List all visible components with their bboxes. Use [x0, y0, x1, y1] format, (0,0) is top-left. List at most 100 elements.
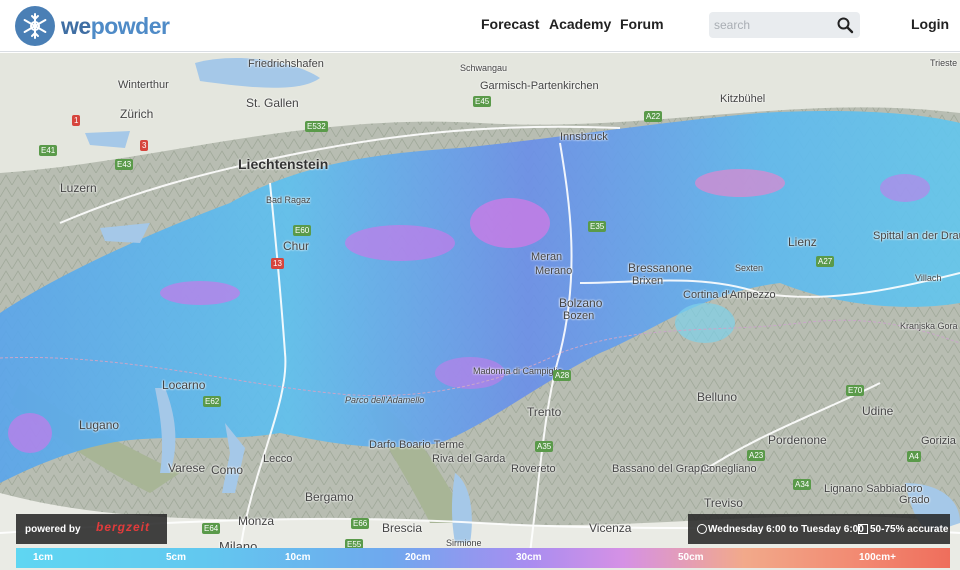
- place-label: Merano: [535, 265, 573, 277]
- map-canvas: [0, 53, 960, 570]
- legend-label: 1cm: [33, 552, 54, 563]
- road-shield: A4: [907, 451, 921, 462]
- legend-label: 5cm: [166, 552, 187, 563]
- legend-label: 50cm: [678, 552, 704, 563]
- road-shield: 1: [72, 115, 81, 126]
- road-shield: 13: [271, 258, 284, 269]
- place-label: Sirmione: [446, 538, 482, 548]
- powered-by-label: powered by: [25, 524, 81, 535]
- wepowder-logo[interactable]: wepowder: [15, 6, 170, 46]
- place-label: Bad Ragaz: [266, 195, 311, 205]
- road-shield: E64: [202, 523, 221, 534]
- nav-forum[interactable]: Forum: [620, 16, 664, 32]
- place-label: Meran: [531, 251, 563, 263]
- place-label: Rovereto: [511, 463, 556, 475]
- place-label: Trieste: [930, 58, 958, 68]
- road-shield: A28: [553, 370, 572, 381]
- snowflake-icon: [15, 6, 55, 46]
- top-navigation-bar: wepowder Forecast Academy Forum Login: [0, 0, 960, 52]
- road-shield: A35: [535, 441, 554, 452]
- place-label: Parco dell'Adamello: [345, 395, 425, 405]
- clock-icon: [697, 524, 707, 534]
- road-shield: E41: [39, 145, 58, 156]
- place-label: Darfo Boario Terme: [369, 439, 465, 451]
- accuracy-label: 50-75% accurate: [870, 524, 949, 535]
- place-label: Friedrichshafen: [248, 58, 324, 70]
- nav-academy[interactable]: Academy: [549, 16, 611, 32]
- place-label: Brescia: [382, 521, 423, 535]
- place-label: Lienz: [788, 235, 817, 249]
- login-link[interactable]: Login: [911, 16, 949, 32]
- place-label: Spittal an der Drau: [873, 230, 960, 242]
- place-label: Innsbruck: [560, 131, 608, 143]
- place-label: Varese: [168, 461, 206, 475]
- place-label: Locarno: [162, 378, 206, 392]
- legend-label: 100cm+: [859, 552, 896, 563]
- road-shield: E45: [473, 96, 492, 107]
- place-label: Cortina d'Ampezzo: [683, 289, 776, 301]
- place-label: Kranjska Gora: [900, 321, 958, 331]
- powered-by-badge[interactable]: powered by bergzeit: [16, 514, 167, 544]
- search-icon[interactable]: [836, 16, 854, 34]
- place-label: Schwangau: [460, 63, 508, 73]
- place-label: Vicenza: [589, 521, 632, 535]
- search-input[interactable]: [709, 12, 834, 38]
- place-label: Sexten: [735, 263, 764, 273]
- place-label: Chur: [283, 239, 310, 253]
- road-shield: A23: [747, 450, 766, 461]
- place-label: Bolzano: [559, 296, 603, 310]
- place-label: Bressanone: [628, 261, 693, 275]
- road-shield: E43: [115, 159, 134, 170]
- road-shield: A22: [644, 111, 663, 122]
- logo-wordmark: wepowder: [61, 12, 170, 40]
- checkbox-icon[interactable]: [858, 524, 868, 534]
- forecast-period-bar[interactable]: Wednesday 6:00 to Tuesday 6:00 50-75% ac…: [688, 514, 950, 544]
- place-label: Como: [211, 463, 244, 477]
- place-label: Villach: [915, 273, 942, 283]
- place-label: Luzern: [60, 181, 97, 195]
- place-label: Pordenone: [768, 433, 827, 447]
- road-shield: E66: [351, 518, 370, 529]
- legend-label: 10cm: [285, 552, 311, 563]
- road-shield: E70: [846, 385, 865, 396]
- place-label: Bozen: [563, 310, 595, 322]
- road-shield: E62: [203, 396, 222, 407]
- place-label: Liechtenstein: [238, 156, 329, 172]
- legend-label: 20cm: [405, 552, 431, 563]
- place-label: Zürich: [120, 107, 154, 121]
- logo-we: we: [61, 12, 91, 39]
- road-shield: E35: [588, 221, 607, 232]
- place-label: Lecco: [263, 453, 293, 465]
- place-label: Brixen: [632, 275, 664, 287]
- place-label: Lugano: [79, 418, 120, 432]
- place-label: Grado: [899, 494, 930, 506]
- road-shield: E532: [305, 121, 328, 132]
- snow-depth-legend: 1cm 5cm 10cm 20cm 30cm 50cm 100cm+: [16, 548, 950, 568]
- road-shield: E60: [293, 225, 312, 236]
- place-label: Trento: [527, 405, 562, 419]
- place-label: Winterthur: [118, 79, 169, 91]
- place-label: Belluno: [697, 390, 738, 404]
- road-shield: 3: [140, 140, 149, 151]
- place-label: Monza: [238, 514, 275, 528]
- snow-forecast-map[interactable]: Friedrichshafen Winterthur Zürich St. Ga…: [0, 53, 960, 570]
- place-label: Treviso: [704, 496, 743, 510]
- road-shield: A27: [816, 256, 835, 267]
- place-label: Bergamo: [305, 490, 354, 504]
- place-label: Garmisch-Partenkirchen: [480, 80, 599, 92]
- place-label: Gorizia: [921, 435, 956, 447]
- place-label: Madonna di Campiglio: [473, 366, 563, 376]
- search-box: [709, 12, 860, 38]
- road-shield: A34: [793, 479, 812, 490]
- nav-forecast[interactable]: Forecast: [481, 16, 539, 32]
- place-label: Riva del Garda: [432, 453, 506, 465]
- place-label: St. Gallen: [246, 96, 299, 110]
- place-label: Udine: [862, 404, 894, 418]
- place-label: Bassano del Grappa: [612, 463, 713, 475]
- place-label: Kitzbühel: [720, 93, 766, 105]
- legend-label: 30cm: [516, 552, 542, 563]
- logo-powder: powder: [90, 12, 170, 39]
- forecast-period: Wednesday 6:00 to Tuesday 6:00: [708, 524, 864, 535]
- place-label: Conegliano: [701, 463, 757, 475]
- bergzeit-logo: bergzeit: [96, 520, 151, 534]
